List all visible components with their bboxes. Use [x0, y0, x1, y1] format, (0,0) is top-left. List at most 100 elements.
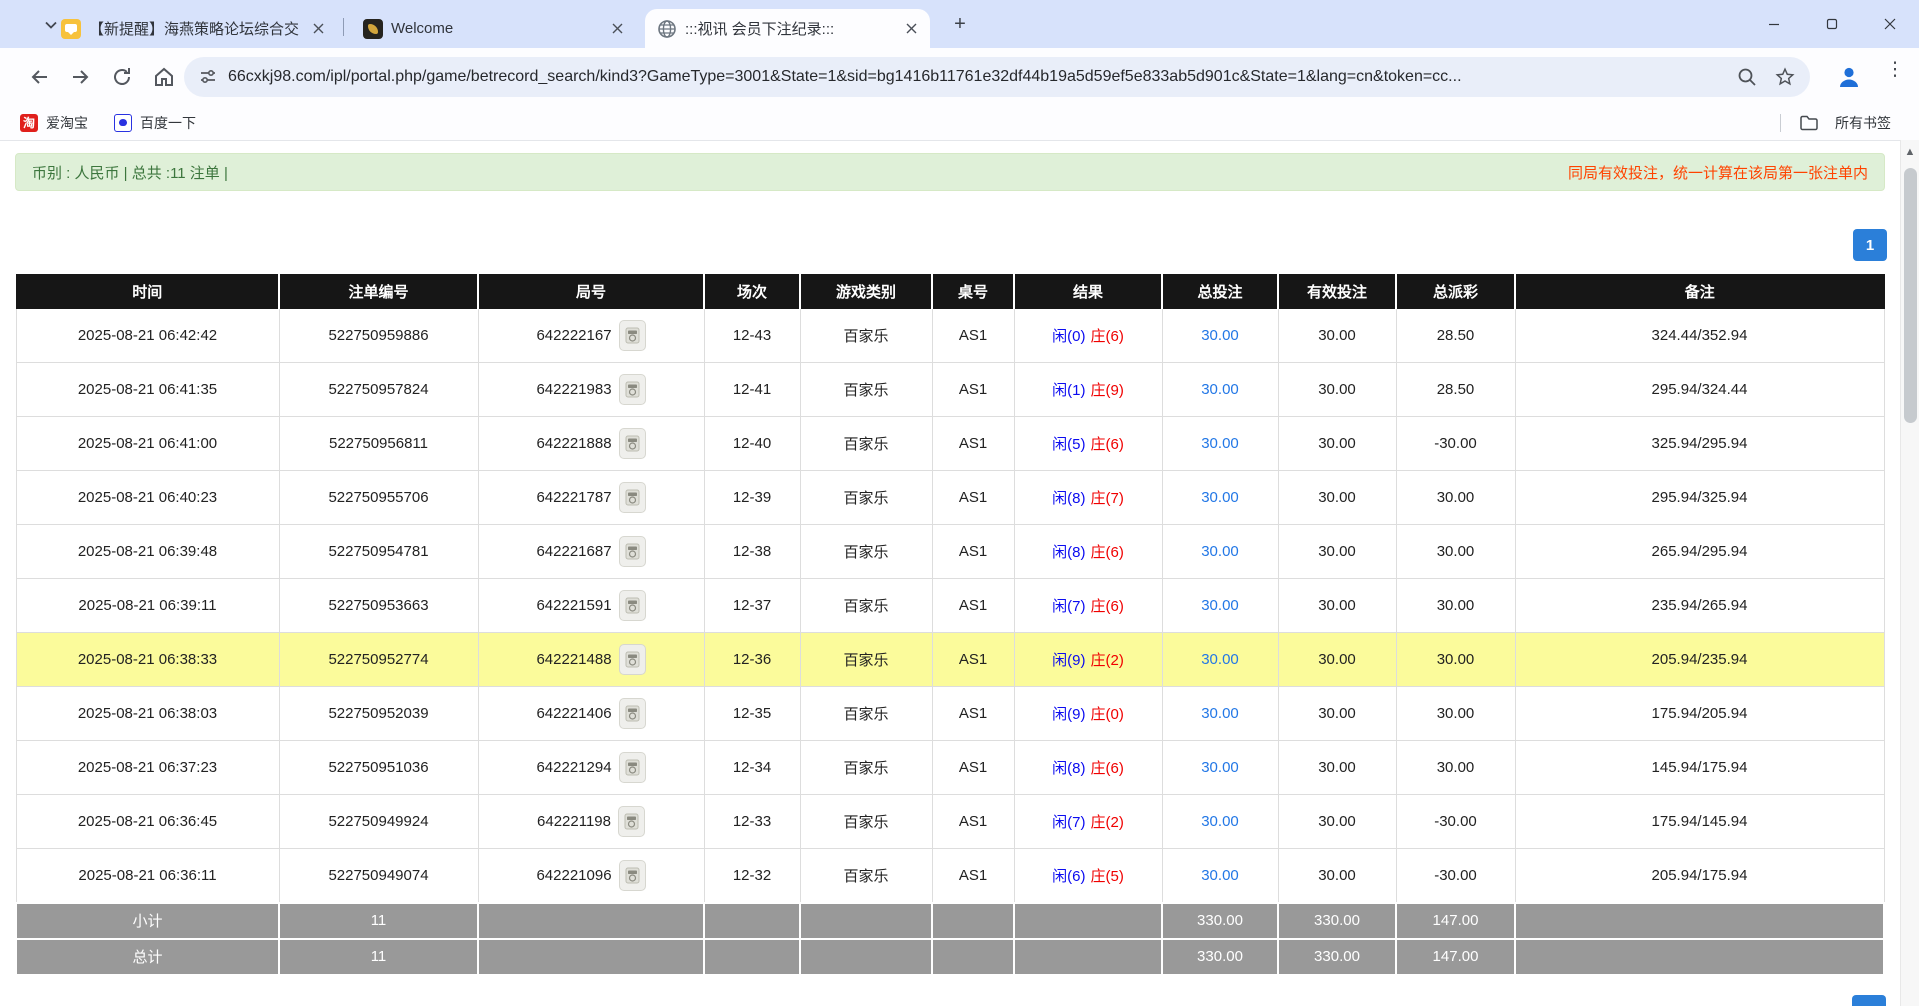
cell-table-no: AS1 — [932, 849, 1014, 903]
cell-bet-id: 522750959886 — [279, 309, 478, 363]
video-replay-icon[interactable] — [619, 536, 646, 567]
cell-game-type: 百家乐 — [800, 363, 932, 417]
video-replay-icon[interactable] — [619, 860, 646, 891]
forward-icon[interactable] — [68, 65, 92, 89]
cell-bet-id: 522750953663 — [279, 579, 478, 633]
browser-menu-icon[interactable]: ⋮ — [1884, 62, 1906, 92]
baidu-icon — [114, 114, 132, 132]
video-replay-icon[interactable] — [618, 806, 645, 837]
pagination-page-1-top[interactable]: 1 — [1853, 229, 1887, 261]
table-row[interactable]: 2025-08-21 06:39:48522750954781642221687… — [16, 525, 1884, 579]
table-row[interactable]: 2025-08-21 06:37:23522750951036642221294… — [16, 741, 1884, 795]
browser-toolbar: 66cxkj98.com/ipl/portal.php/game/betreco… — [0, 48, 1919, 106]
cell-game-type: 百家乐 — [800, 687, 932, 741]
video-replay-icon[interactable] — [619, 374, 646, 405]
result-player: 闲(5) — [1052, 436, 1085, 453]
total-bet-link[interactable]: 30.00 — [1201, 759, 1239, 776]
table-row[interactable]: 2025-08-21 06:40:23522750955706642221787… — [16, 471, 1884, 525]
table-row[interactable]: 2025-08-21 06:36:11522750949074642221096… — [16, 849, 1884, 903]
result-player: 闲(8) — [1052, 490, 1085, 507]
url-text[interactable]: 66cxkj98.com/ipl/portal.php/game/betreco… — [228, 68, 1710, 86]
new-tab-button[interactable]: + — [948, 13, 972, 37]
close-icon[interactable] — [608, 20, 626, 38]
cell-table-no: AS1 — [932, 471, 1014, 525]
total-bet-link[interactable]: 30.00 — [1201, 543, 1239, 560]
cell-round: 642221591 — [478, 579, 704, 633]
profile-avatar-icon[interactable] — [1836, 64, 1862, 90]
close-icon[interactable] — [309, 20, 327, 38]
close-icon[interactable] — [902, 20, 920, 38]
pagination-page-1-bottom[interactable]: 1 — [1852, 995, 1886, 1006]
cell-note: 145.94/175.94 — [1515, 741, 1884, 795]
tune-icon[interactable] — [198, 67, 218, 87]
scroll-up-icon[interactable]: ▲ — [1904, 146, 1916, 158]
video-replay-icon[interactable] — [619, 320, 646, 351]
total-bet-link[interactable]: 30.00 — [1201, 489, 1239, 506]
summary-payout: 147.00 — [1396, 939, 1515, 975]
cell-game-type: 百家乐 — [800, 795, 932, 849]
video-replay-icon[interactable] — [619, 590, 646, 621]
bookmark-star-icon[interactable] — [1774, 66, 1796, 88]
tab-forum[interactable]: 【新提醒】海燕策略论坛综合交 — [49, 9, 337, 48]
cell-result: 闲(5)庄(6) — [1014, 417, 1162, 471]
table-row[interactable]: 2025-08-21 06:42:42522750959886 642222167… — [16, 309, 1884, 363]
summary-empty-cell — [1515, 903, 1884, 939]
scrollbar-thumb[interactable] — [1904, 168, 1917, 423]
cell-result: 闲(8)庄(6) — [1014, 741, 1162, 795]
maximize-button[interactable] — [1803, 0, 1861, 48]
total-bet-link[interactable]: 30.00 — [1201, 327, 1239, 344]
table-row[interactable]: 2025-08-21 06:39:11522750953663642221591… — [16, 579, 1884, 633]
all-bookmarks[interactable]: 所有书签 — [1780, 113, 1891, 133]
total-bet-link[interactable]: 30.00 — [1201, 435, 1239, 452]
reload-icon[interactable] — [110, 65, 134, 89]
cell-round: 642221198 — [478, 795, 704, 849]
cell-time: 2025-08-21 06:40:23 — [16, 471, 279, 525]
home-icon[interactable] — [152, 65, 176, 89]
zoom-icon[interactable] — [1736, 66, 1758, 88]
bookmark-taobao[interactable]: 淘 爱淘宝 — [20, 113, 88, 133]
cell-payout: 30.00 — [1396, 633, 1515, 687]
video-replay-icon[interactable] — [619, 698, 646, 729]
total-bet-link[interactable]: 30.00 — [1201, 705, 1239, 722]
cell-time: 2025-08-21 06:42:42 — [16, 309, 279, 363]
table-row[interactable]: 2025-08-21 06:41:00522750956811642221888… — [16, 417, 1884, 471]
result-banker: 庄(6) — [1091, 760, 1124, 777]
video-replay-icon[interactable] — [619, 428, 646, 459]
cell-table-no: AS1 — [932, 525, 1014, 579]
total-bet-link[interactable]: 30.00 — [1201, 381, 1239, 398]
total-bet-link[interactable]: 30.00 — [1201, 813, 1239, 830]
forum-favicon-icon — [61, 19, 81, 39]
back-icon[interactable] — [28, 65, 52, 89]
page-content: 币别 : 人民币 | 总共 :11 注单 | 同局有效投注，统一计算在该局第一张… — [0, 140, 1919, 1006]
result-banker: 庄(6) — [1091, 598, 1124, 615]
video-replay-icon[interactable] — [619, 482, 646, 513]
total-bet-link[interactable]: 30.00 — [1201, 597, 1239, 614]
table-row[interactable]: 2025-08-21 06:38:03522750952039642221406… — [16, 687, 1884, 741]
tab-welcome[interactable]: Welcome — [351, 9, 636, 48]
close-window-button[interactable] — [1861, 0, 1919, 48]
round-number: 642222167 — [536, 327, 611, 344]
cell-payout: -30.00 — [1396, 795, 1515, 849]
bookmark-baidu[interactable]: 百度一下 — [114, 113, 196, 133]
video-replay-icon[interactable] — [619, 644, 646, 675]
tab-bet-record-active[interactable]: :::视讯 会员下注纪录::: — [645, 9, 930, 48]
cell-round: 642221983 — [478, 363, 704, 417]
address-bar[interactable]: 66cxkj98.com/ipl/portal.php/game/betreco… — [184, 57, 1810, 97]
total-bet-link[interactable]: 30.00 — [1201, 651, 1239, 668]
cell-session: 12-40 — [704, 417, 800, 471]
cell-session: 12-37 — [704, 579, 800, 633]
total-bet-link[interactable]: 30.00 — [1201, 867, 1239, 884]
table-row[interactable]: 2025-08-21 06:38:33522750952774642221488… — [16, 633, 1884, 687]
cell-payout: -30.00 — [1396, 417, 1515, 471]
column-header: 注单编号 — [279, 275, 478, 309]
table-row[interactable]: 2025-08-21 06:36:45522750949924642221198… — [16, 795, 1884, 849]
vertical-scrollbar[interactable]: ▲ — [1900, 140, 1919, 1006]
video-replay-icon[interactable] — [619, 752, 646, 783]
summary-empty-cell — [800, 903, 932, 939]
minimize-button[interactable] — [1745, 0, 1803, 48]
cell-total-bet: 30.00 — [1162, 471, 1278, 525]
table-row[interactable]: 2025-08-21 06:41:35522750957824642221983… — [16, 363, 1884, 417]
folder-icon — [1799, 113, 1819, 133]
cell-payout: 30.00 — [1396, 525, 1515, 579]
cell-payout: -30.00 — [1396, 849, 1515, 903]
